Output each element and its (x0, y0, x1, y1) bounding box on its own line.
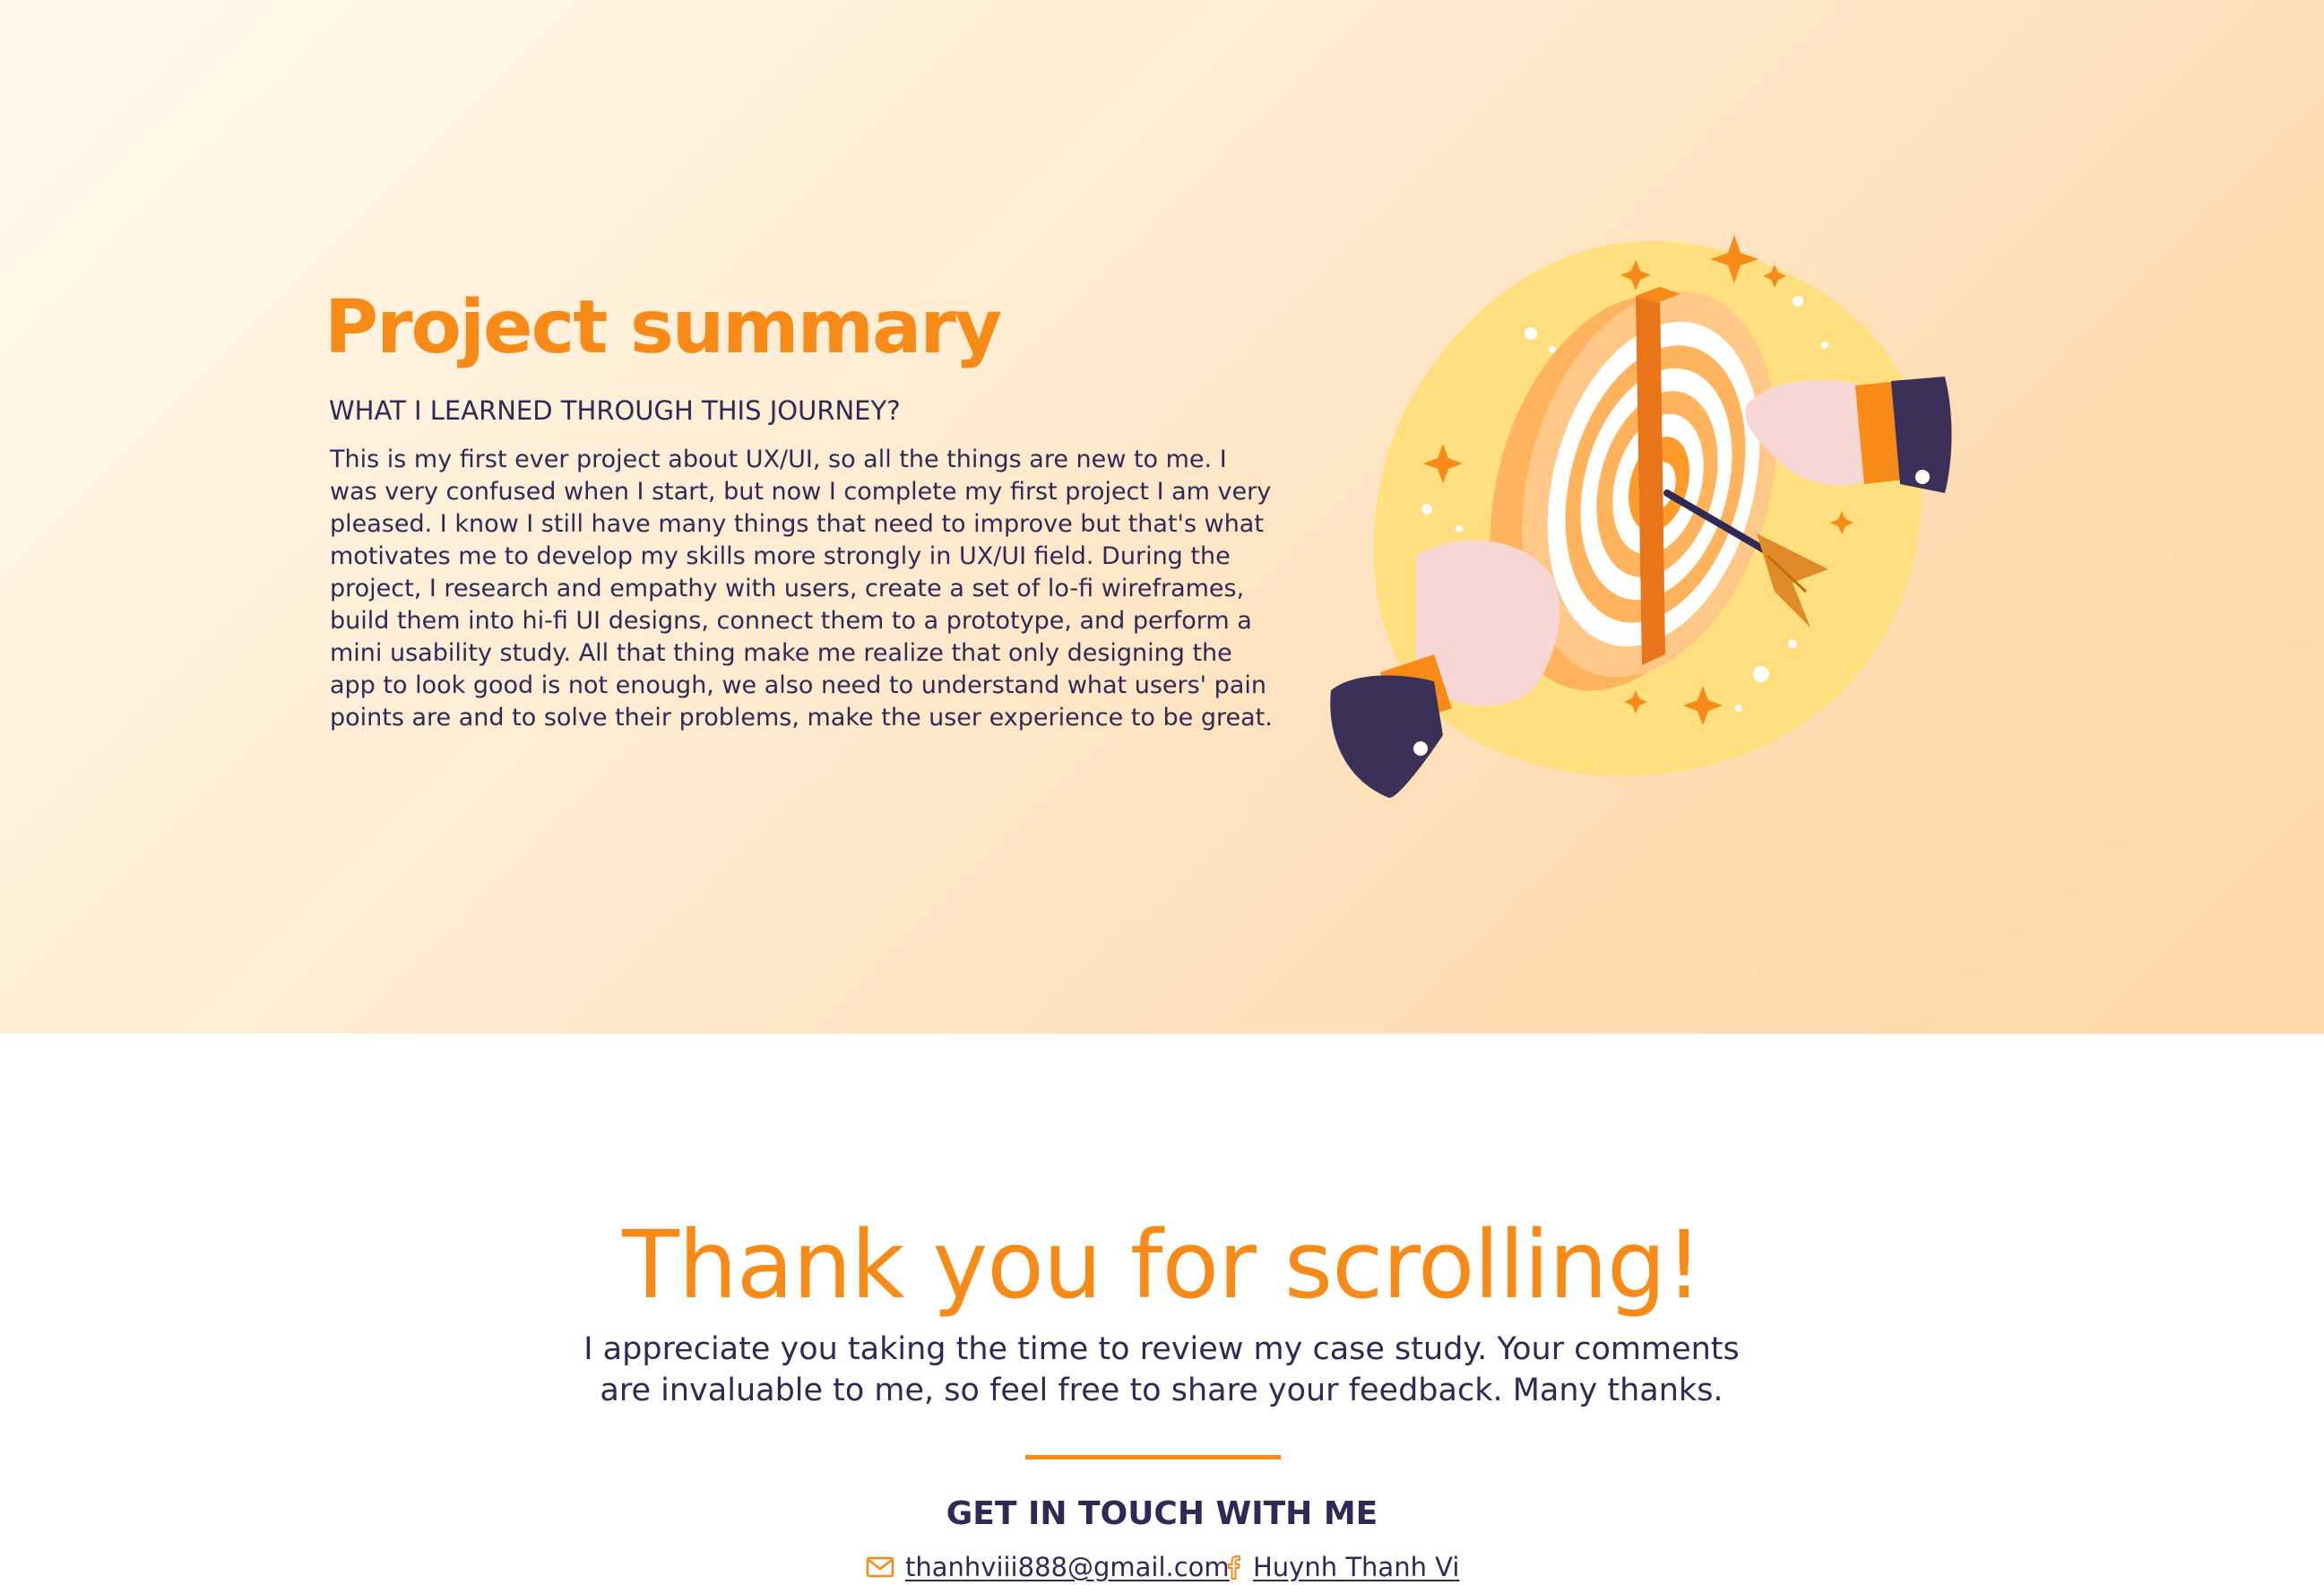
facebook-contact: Huynh Thanh Vi (1226, 1549, 1459, 1585)
thank-you-title: Thank you for scrolling! (622, 1210, 1702, 1320)
project-summary-text: This is my first ever project about UX/U… (330, 446, 1273, 732)
facebook-icon (1226, 1554, 1242, 1581)
mail-icon (866, 1556, 894, 1578)
project-summary-subtitle: WHAT I LEARNED THROUGH THIS JOURNEY? (329, 395, 901, 426)
left-sleeve (1330, 675, 1443, 798)
contact-heading: GET IN TOUCH WITH ME (946, 1495, 1378, 1532)
email-contact: thanhviii888@gmail.com (866, 1549, 1230, 1585)
facebook-link[interactable]: Huynh Thanh Vi (1253, 1552, 1459, 1582)
section-divider (1025, 1455, 1281, 1459)
thank-you-message: I appreciate you taking the time to revi… (583, 1331, 1740, 1408)
target-illustration (1330, 235, 1952, 798)
project-summary-section: Project summary WHAT I LEARNED THROUGH T… (0, 0, 2324, 1034)
email-link[interactable]: thanhviii888@gmail.com (905, 1552, 1230, 1582)
project-summary-title: Project summary (324, 285, 1002, 370)
